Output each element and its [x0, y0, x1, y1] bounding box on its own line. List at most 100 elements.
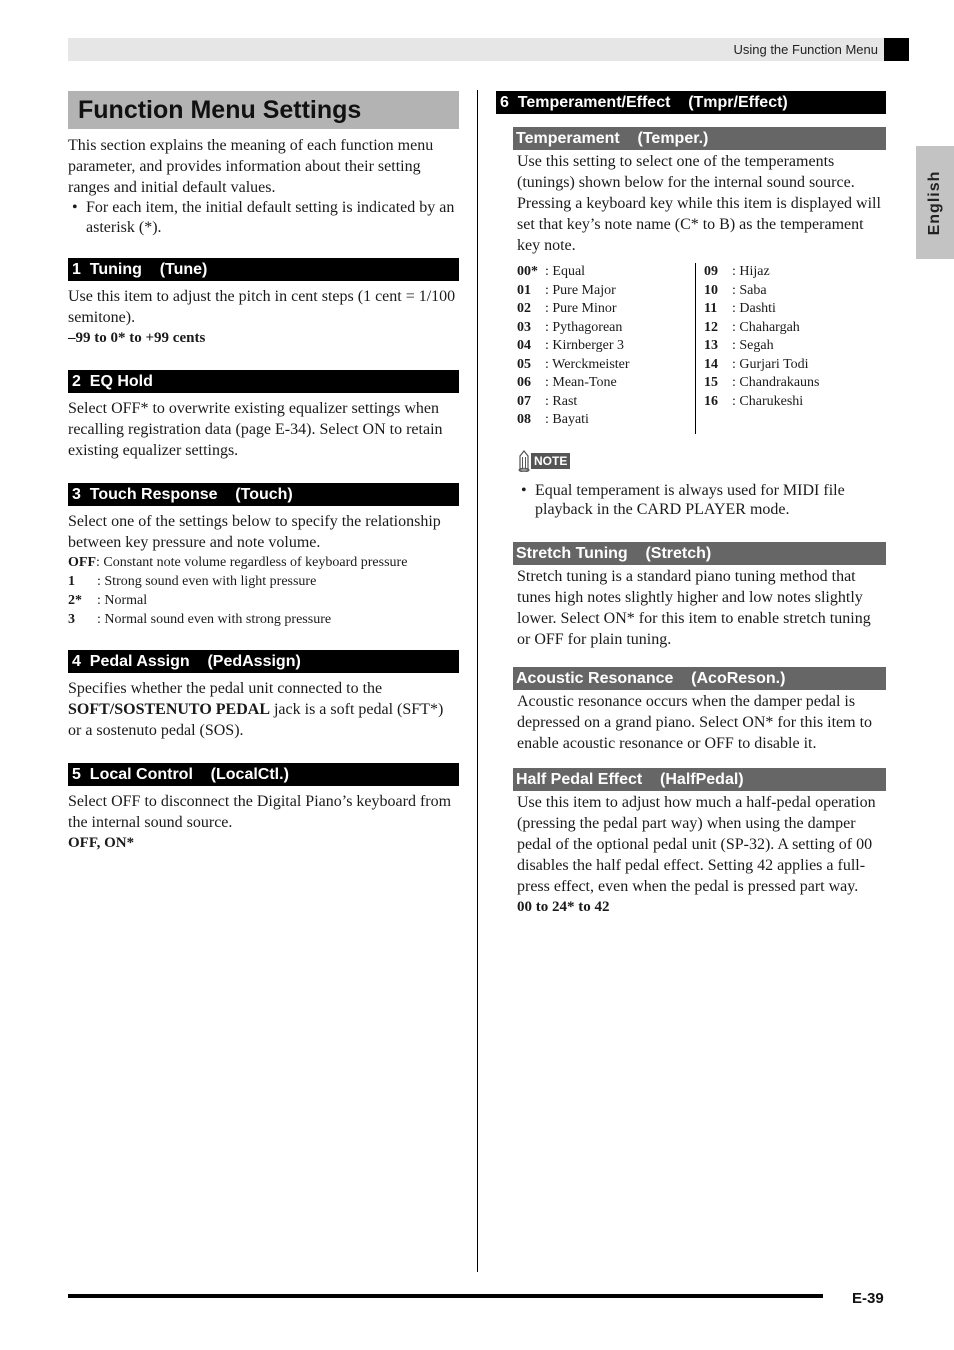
touch-options: OFF: Constant note volume regardless of …	[68, 553, 459, 629]
temperament-name: : Hijaz	[732, 264, 770, 279]
temperament-name: : Saba	[732, 282, 767, 298]
temperament-list-column: 00* : Equal 01 : Pure Major 02 : Pure Minor…	[517, 263, 696, 434]
temperament-number: 11	[704, 301, 718, 316]
list-item: 06 : Mean-Tone	[517, 374, 695, 393]
tuning-range: –99 to 0* to +99 cents	[68, 330, 206, 346]
list-item: 13: Segah	[704, 337, 819, 356]
local-control-description: Select OFF to disconnect the Digital Pia…	[68, 793, 452, 831]
section-heading-tuning: 1 Tuning (Tune)	[68, 258, 459, 281]
list-item: 08: Bayati	[517, 411, 695, 430]
touch-option-desc: : Normal	[97, 593, 148, 608]
temperament-name: : Rast	[545, 393, 578, 409]
list-item: 12 : Chahargah	[704, 319, 819, 338]
temperament-number: 03	[517, 319, 531, 335]
temperament-number: 00*	[517, 264, 538, 279]
right-column: 6 Temperament/Effect (Tmpr/Effect) Tempe…	[496, 91, 886, 917]
list-item: 10 : Saba	[704, 282, 819, 301]
list-item: 09 : Hijaz	[704, 263, 819, 282]
touch-option-desc: : Constant note volume regardless of key…	[96, 555, 408, 570]
touch-option: OFF: Constant note volume regardless of …	[68, 553, 459, 572]
list-item: 02 : Pure Minor	[517, 300, 695, 319]
subsection-heading-half-pedal: Half Pedal Effect (HalfPedal)	[513, 767, 886, 791]
touch-option: 3: Normal sound even with strong pressur…	[68, 610, 459, 629]
stretch-description: Stretch tuning is a standard piano tunin…	[517, 567, 871, 648]
subsection-heading-temperament: Temperament (Temper.)	[513, 127, 886, 150]
list-item: 15 : Chandrakauns	[704, 374, 819, 393]
note-bullet: Equal temperament is always used for MID…	[517, 481, 886, 519]
temperament-name: : Werckmeister	[545, 356, 630, 372]
temperament-number: 06	[517, 375, 531, 390]
temperament-number: 15	[704, 375, 718, 390]
section-heading-touch-response: 3 Touch Response (Touch)	[68, 483, 459, 506]
temperament-number: 09	[704, 264, 718, 279]
tuning-description: Use this item to adjust the pitch in cen…	[68, 288, 456, 326]
temperament-number: 13	[704, 338, 718, 353]
list-item: 04 : Kirnberger 3	[517, 337, 695, 356]
temperament-number: 05	[517, 356, 531, 372]
touch-description: Select one of the settings below to spec…	[68, 513, 441, 551]
temperament-name: : Chahargah	[732, 319, 800, 335]
footer-rule	[68, 1294, 823, 1298]
temperament-effect-body: Temperament (Temper.) Use this setting t…	[513, 127, 886, 917]
intro-paragraph: This section explains the meaning of eac…	[68, 137, 434, 196]
list-item: 00* : Equal	[517, 263, 695, 282]
pencil-icon	[518, 449, 530, 472]
touch-option-desc: : Strong sound even with light pressure	[97, 574, 317, 589]
temperament-name: : Gurjari Todi	[732, 356, 809, 372]
list-item: 11 : Dashti	[704, 300, 819, 319]
section-heading-pedal-assign: 4 Pedal Assign (PedAssign)	[68, 650, 459, 673]
section-heading-eq-hold: 2 EQ Hold	[68, 370, 459, 393]
temperament-name: : Kirnberger 3	[545, 338, 625, 353]
temperament-number: 02	[517, 301, 531, 316]
pedal-assign-text: Specifies whether the pedal unit connect…	[68, 680, 383, 697]
eq-hold-description: Select OFF* to overwrite existing equali…	[68, 400, 443, 459]
page-number: E-39	[852, 1290, 884, 1307]
touch-option-key: 2*	[68, 593, 82, 608]
touch-option-desc: : Normal sound even with strong pressure	[97, 612, 332, 627]
temperament-name: : Pure Minor	[545, 301, 617, 316]
half-pedal-range: 00 to 24* to 42	[517, 898, 610, 915]
list-item: 05 : Werckmeister	[517, 356, 695, 375]
temperament-number: 04	[517, 338, 531, 353]
touch-option: 1 : Strong sound even with light pressure	[68, 572, 459, 591]
running-header-band: Using the Function Menu	[68, 38, 884, 61]
list-item: 03 : Pythagorean	[517, 319, 695, 338]
column-divider	[477, 90, 478, 1272]
temperament-number: 01	[517, 282, 531, 298]
section-heading-local-control: 5 Local Control (LocalCtl.)	[68, 763, 459, 786]
subsection-heading-acoustic-resonance: Acoustic Resonance (AcoReson.)	[513, 666, 886, 690]
temperament-number: 08	[517, 412, 531, 427]
local-control-range: OFF, ON*	[68, 835, 135, 851]
half-pedal-description: Use this item to adjust how much a half-…	[517, 793, 876, 895]
temperament-name: : Charukeshi	[732, 393, 804, 409]
temperament-name: : Chandrakauns	[732, 375, 820, 390]
running-header-title: Using the Function Menu	[733, 42, 878, 57]
temperament-number: 12	[704, 319, 718, 335]
list-item: 07 : Rast	[517, 393, 695, 412]
left-column: Function Menu Settings This section expl…	[68, 91, 459, 853]
temperament-name: : Pythagorean	[545, 319, 623, 335]
acoustic-description: Acoustic resonance occurs when the dampe…	[517, 692, 873, 752]
subsection-heading-stretch-tuning: Stretch Tuning (Stretch)	[513, 541, 886, 565]
temperament-name: : Equal	[545, 264, 586, 279]
temperament-name: : Mean-Tone	[545, 375, 617, 390]
touch-option-key: 1	[68, 574, 75, 589]
temperament-name: : Dashti	[732, 301, 776, 316]
pedal-assign-description: Specifies whether the pedal unit connect…	[68, 678, 459, 741]
note-label: NOTE	[531, 452, 571, 469]
temperament-list-column: 09 : Hijaz 10 : Saba 11 : Dashti 12 : Chahar…	[696, 263, 819, 434]
running-header-marker	[884, 38, 909, 61]
temperament-number: 10	[704, 282, 718, 298]
language-tab-label: English	[926, 170, 943, 235]
list-item: 01 : Pure Major	[517, 282, 695, 301]
pedal-jack-name: SOFT/SOSTENUTO PEDAL	[68, 701, 270, 718]
temperament-number: 16	[704, 393, 718, 409]
touch-option-key: OFF	[68, 555, 96, 570]
list-item: 14: Gurjari Todi	[704, 356, 819, 375]
page-title: Function Menu Settings	[68, 91, 459, 129]
language-tab: English	[916, 146, 954, 259]
temperament-number: 07	[517, 393, 531, 409]
temperament-name: : Pure Major	[545, 282, 616, 298]
note-badge: NOTE	[517, 449, 571, 472]
temperament-description: Use this setting to select one of the te…	[517, 153, 881, 254]
